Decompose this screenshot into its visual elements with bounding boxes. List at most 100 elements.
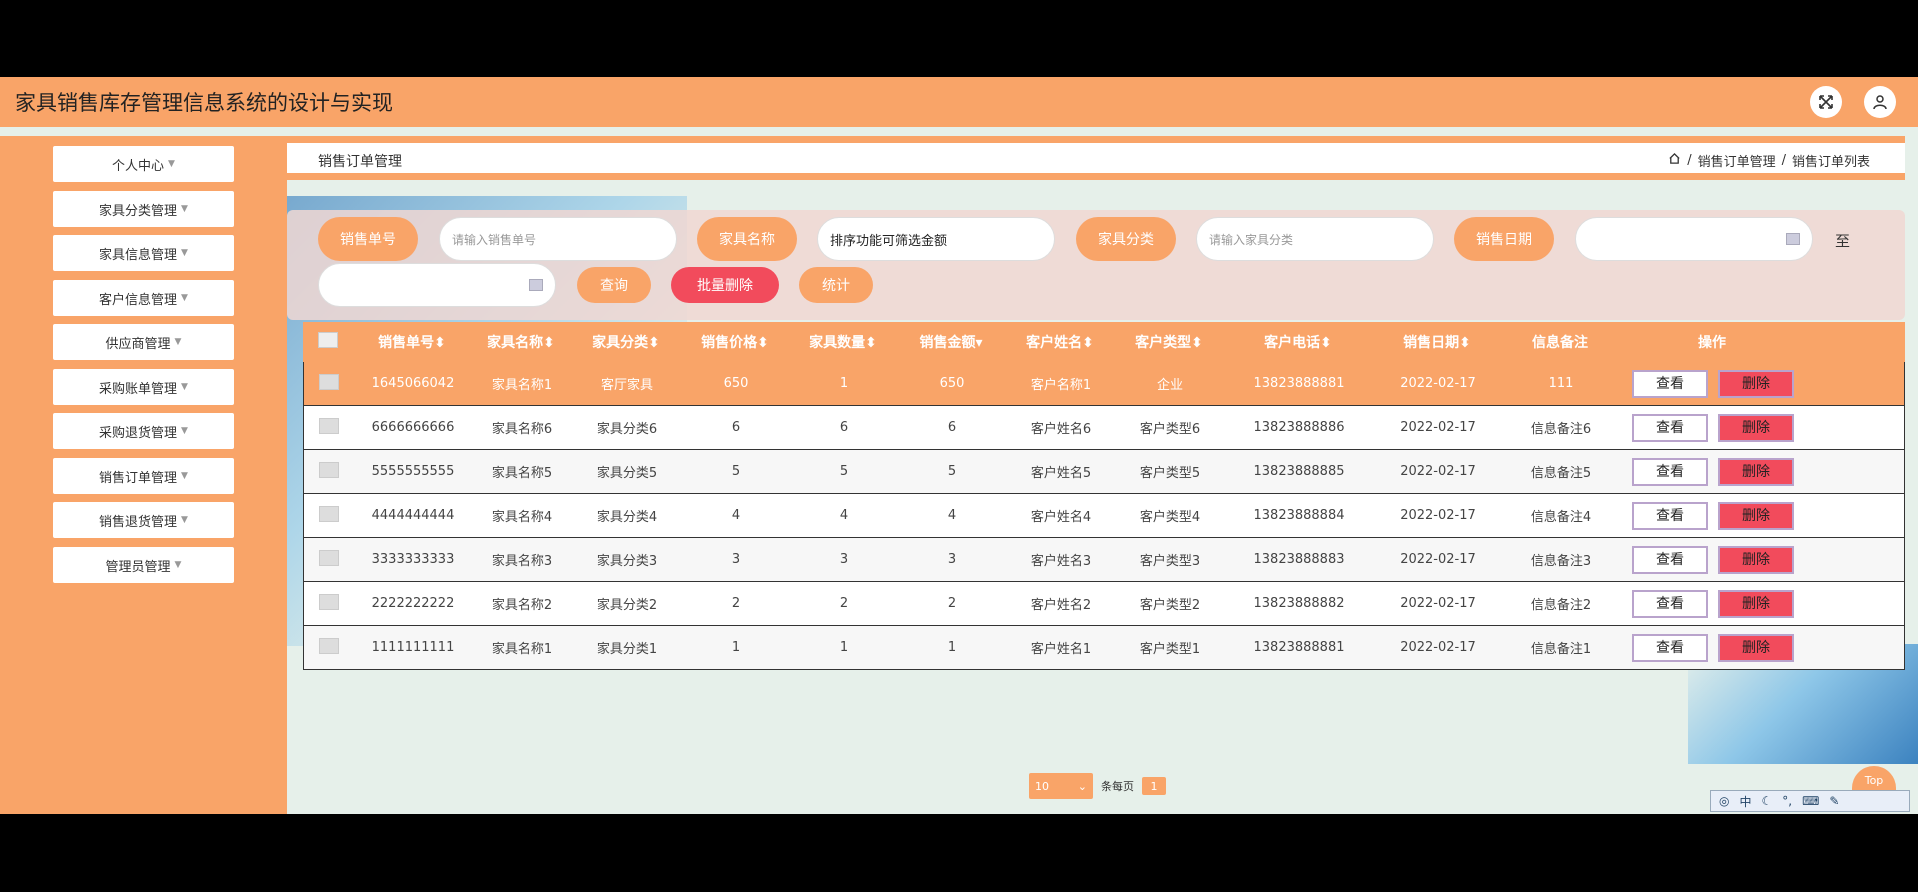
- query-button[interactable]: 查询: [577, 267, 651, 303]
- sidebar-item-label: 家具信息管理: [99, 247, 178, 263]
- delete-button[interactable]: 删除: [1718, 369, 1794, 398]
- checkbox[interactable]: [319, 593, 339, 610]
- sidebar-item-category[interactable]: 家具分类管理 ▼: [53, 191, 234, 227]
- furniture-name-input[interactable]: 排序功能可筛选金额: [817, 217, 1055, 261]
- delete-button[interactable]: 删除: [1718, 413, 1794, 442]
- checkbox[interactable]: [319, 637, 339, 654]
- delete-button[interactable]: 删除: [1718, 457, 1794, 486]
- user-icon[interactable]: [1864, 86, 1896, 118]
- checkbox[interactable]: [319, 549, 339, 566]
- page-number[interactable]: 1: [1142, 777, 1166, 795]
- table-cell: 家具名称5: [491, 466, 553, 481]
- sidebar-item-purchase-bill[interactable]: 采购账单管理 ▼: [53, 369, 234, 405]
- keyboard-icon[interactable]: ⌨: [1802, 794, 1819, 808]
- sidebar-item-purchase-return[interactable]: 采购退货管理 ▼: [53, 413, 234, 449]
- breadcrumb-item[interactable]: 销售订单管理: [1698, 151, 1776, 170]
- row-checkbox-cell[interactable]: [304, 637, 354, 658]
- page-size-select[interactable]: 10 ⌄: [1029, 773, 1093, 799]
- checkbox[interactable]: [319, 461, 339, 478]
- row-checkbox-cell[interactable]: [304, 373, 354, 394]
- table-cell: 客厅家具: [600, 378, 653, 393]
- tools-icon[interactable]: ✎: [1829, 794, 1839, 808]
- chevron-down-icon: ▼: [168, 159, 175, 169]
- punctuation-icon[interactable]: °,: [1782, 794, 1792, 808]
- view-button[interactable]: 查看: [1632, 501, 1708, 530]
- sidebar: 个人中心 ▼ 家具分类管理 ▼ 家具信息管理 ▼ 客户信息管理 ▼ 供应商管理 ▼ 采购账…: [0, 136, 287, 814]
- checkbox[interactable]: [319, 417, 339, 434]
- date-end-input[interactable]: [318, 263, 556, 307]
- batch-delete-button[interactable]: 批量删除: [671, 267, 779, 303]
- table-cell: 家具分类3: [596, 554, 658, 569]
- view-button[interactable]: 查看: [1632, 633, 1708, 662]
- stats-button[interactable]: 统计: [799, 267, 873, 303]
- column-header[interactable]: 销售价格⬍: [681, 332, 789, 352]
- ime-logo-icon[interactable]: ◎: [1719, 794, 1729, 808]
- checkbox[interactable]: [319, 373, 339, 390]
- checkbox[interactable]: [318, 332, 338, 348]
- table-cell: 2022-02-17: [1400, 376, 1476, 391]
- category-label: 家具分类: [1076, 217, 1176, 261]
- table-cell: 4444444444: [371, 508, 455, 523]
- row-checkbox-cell[interactable]: [304, 461, 354, 482]
- table-cell: 1: [839, 640, 849, 655]
- view-button[interactable]: 查看: [1632, 457, 1708, 486]
- column-header[interactable]: 家具名称⬍: [471, 332, 571, 352]
- sidebar-item-label: 供应商管理: [105, 336, 171, 352]
- order-no-label: 销售单号: [318, 217, 418, 261]
- date-start-input[interactable]: [1575, 217, 1813, 261]
- row-checkbox-cell[interactable]: [304, 593, 354, 614]
- row-checkbox-cell[interactable]: [304, 549, 354, 570]
- sidebar-item-sales-return[interactable]: 销售退货管理 ▼: [53, 502, 234, 538]
- view-button[interactable]: 查看: [1632, 589, 1708, 618]
- home-icon[interactable]: [1668, 152, 1681, 169]
- table-row: 5555555555 家具名称5 家具分类5 5 5 5 客户姓名5 客户类型5 1382388…: [303, 450, 1905, 494]
- table-cell: 3: [947, 552, 957, 567]
- delete-button[interactable]: 删除: [1718, 545, 1794, 574]
- sidebar-item-label: 管理员管理: [105, 559, 171, 575]
- table-cell: 信息备注2: [1530, 598, 1592, 613]
- view-button[interactable]: 查看: [1632, 369, 1708, 398]
- ime-language[interactable]: 中: [1739, 793, 1751, 810]
- table-cell: 家具名称1: [491, 378, 553, 393]
- row-actions: 查看 删除: [1620, 589, 1806, 618]
- delete-button[interactable]: 删除: [1718, 501, 1794, 530]
- table-cell: 2: [947, 596, 957, 611]
- sidebar-item-personal[interactable]: 个人中心 ▼: [53, 146, 234, 182]
- column-header[interactable]: 销售日期⬍: [1373, 332, 1501, 352]
- column-header[interactable]: 客户姓名⬍: [1005, 332, 1115, 352]
- delete-button[interactable]: 删除: [1718, 589, 1794, 618]
- column-header[interactable]: 销售金额▾: [897, 332, 1005, 352]
- view-button[interactable]: 查看: [1632, 413, 1708, 442]
- table-cell: 650: [723, 376, 749, 391]
- sidebar-item-furniture[interactable]: 家具信息管理 ▼: [53, 235, 234, 271]
- column-header[interactable]: 客户类型⬍: [1115, 332, 1223, 352]
- search-panel: 销售单号 请输入销售单号 家具名称 排序功能可筛选金额 家具分类 请输入家具分类…: [287, 210, 1905, 320]
- column-header[interactable]: 销售单号⬍: [353, 332, 471, 352]
- chevron-down-icon: ▼: [181, 471, 188, 481]
- select-all-checkbox[interactable]: [303, 332, 353, 352]
- column-header-label: 销售价格: [701, 335, 758, 351]
- sidebar-item-sales-order[interactable]: 销售订单管理 ▼: [53, 458, 234, 494]
- fullscreen-icon[interactable]: [1810, 86, 1842, 118]
- moon-icon[interactable]: ☾: [1762, 794, 1773, 808]
- checkbox[interactable]: [319, 505, 339, 522]
- row-actions: 查看 删除: [1620, 633, 1806, 662]
- sidebar-item-customer[interactable]: 客户信息管理 ▼: [53, 280, 234, 316]
- per-page-label: 条每页: [1101, 780, 1134, 793]
- table-cell: 13823888882: [1253, 596, 1345, 611]
- delete-button[interactable]: 删除: [1718, 633, 1794, 662]
- row-checkbox-cell[interactable]: [304, 505, 354, 526]
- table-body: 1645066042 家具名称1 客厅家具 650 1 650 客户名称1 企业 1382388…: [303, 362, 1905, 670]
- order-no-input[interactable]: 请输入销售单号: [439, 217, 677, 261]
- table-cell: 企业: [1156, 378, 1183, 393]
- row-checkbox-cell[interactable]: [304, 417, 354, 438]
- table-cell: 信息备注3: [1530, 554, 1592, 569]
- sidebar-item-supplier[interactable]: 供应商管理 ▼: [53, 324, 234, 360]
- view-button[interactable]: 查看: [1632, 545, 1708, 574]
- column-header[interactable]: 家具数量⬍: [789, 332, 897, 352]
- column-header[interactable]: 家具分类⬍: [571, 332, 681, 352]
- table-cell: 客户名称1: [1030, 378, 1092, 393]
- column-header[interactable]: 客户电话⬍: [1223, 332, 1373, 352]
- category-input[interactable]: 请输入家具分类: [1196, 217, 1434, 261]
- sidebar-item-admin[interactable]: 管理员管理 ▼: [53, 547, 234, 583]
